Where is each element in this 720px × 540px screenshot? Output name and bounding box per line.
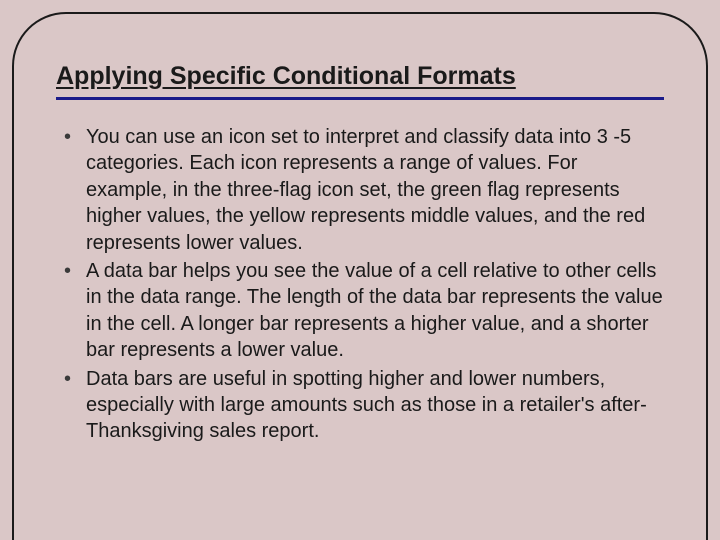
title-underline-rule — [56, 97, 664, 100]
bullet-list: You can use an icon set to interpret and… — [56, 124, 664, 445]
slide-frame: Applying Specific Conditional Formats Yo… — [12, 12, 708, 540]
slide-title: Applying Specific Conditional Formats — [56, 62, 664, 91]
list-item: A data bar helps you see the value of a … — [56, 258, 664, 364]
list-item: Data bars are useful in spotting higher … — [56, 366, 664, 445]
list-item: You can use an icon set to interpret and… — [56, 124, 664, 256]
